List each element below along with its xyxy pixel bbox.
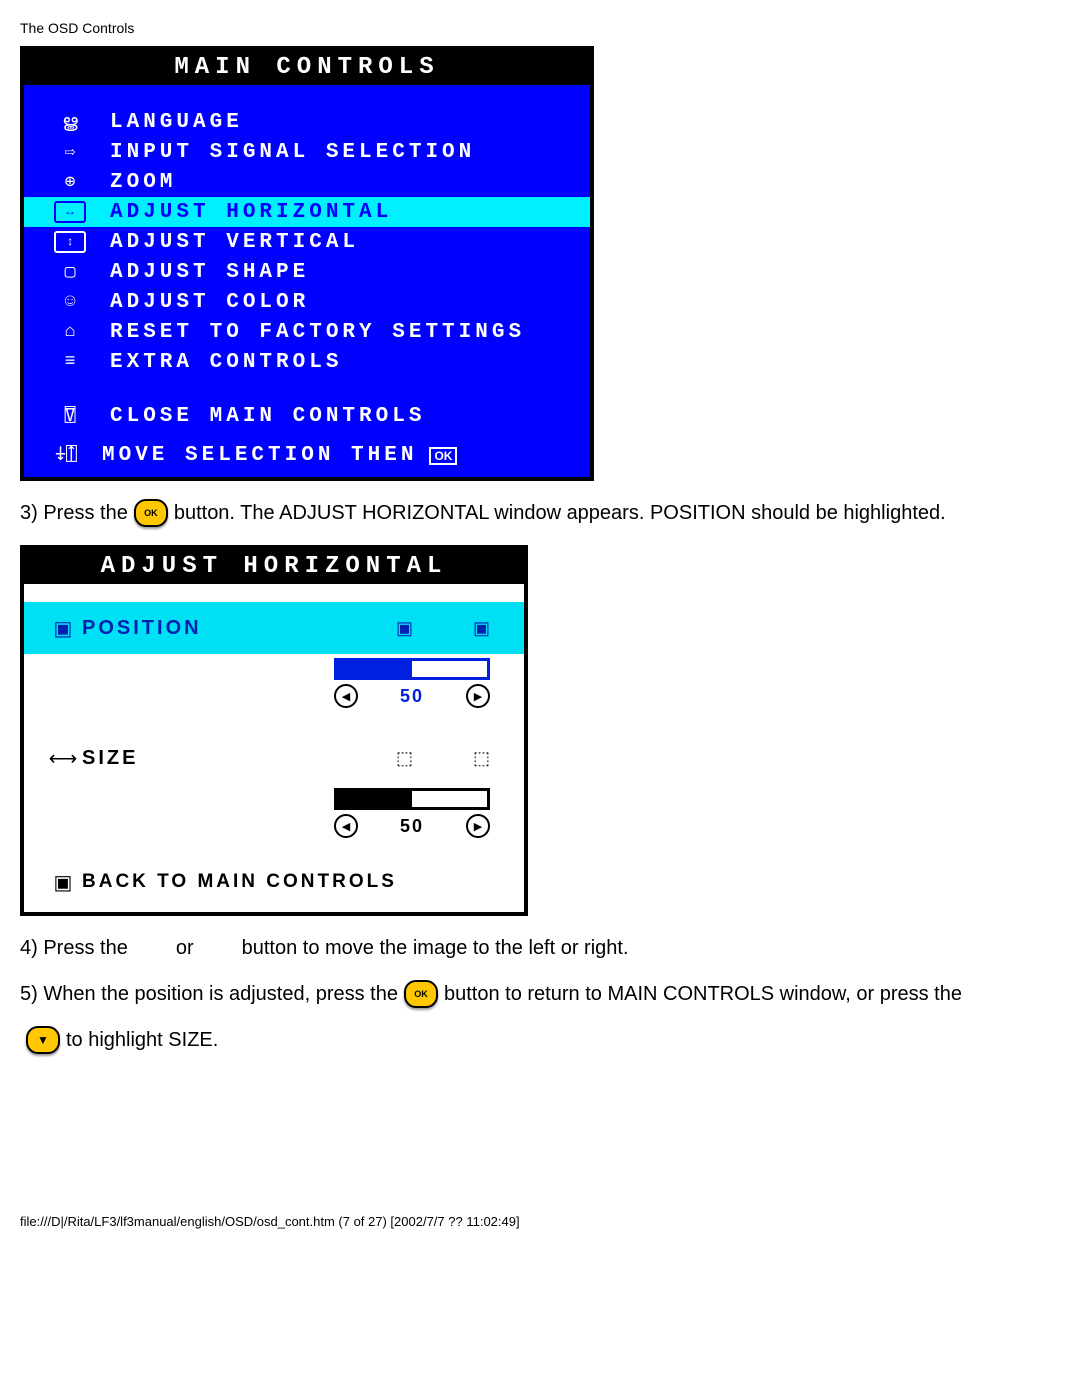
page-header: The OSD Controls (20, 20, 1060, 36)
menu-item-reset[interactable]: ⌂ RESET TO FACTORY SETTINGS (24, 317, 590, 347)
color-icon: ☺ (50, 290, 90, 314)
position-icon: ▣ (44, 614, 82, 642)
main-controls-osd: MAIN CONTROLS ൠ LANGUAGE ⇨ INPUT SIGNAL … (20, 46, 594, 481)
main-controls-body: ൠ LANGUAGE ⇨ INPUT SIGNAL SELECTION ⊕ ZO… (24, 85, 590, 431)
adjust-row-size[interactable]: ⟷ SIZE ⬚ ⬚ (24, 732, 524, 784)
size-icon: ⟷ (44, 744, 82, 772)
menu-item-adjust-horizontal[interactable]: ↔ ADJUST HORIZONTAL (24, 197, 590, 227)
position-slider[interactable] (334, 658, 490, 680)
back-to-main[interactable]: ▣ BACK TO MAIN CONTROLS (24, 852, 524, 912)
ok-back-icon: ▣ (44, 868, 82, 896)
shift-left-icon: ▣ (396, 618, 413, 639)
input-icon: ⇨ (50, 140, 90, 164)
menu-label: EXTRA CONTROLS (110, 351, 342, 374)
adjust-row-position[interactable]: ▣ POSITION ▣ ▣ (24, 602, 524, 654)
size-slider[interactable] (334, 788, 490, 810)
position-value: 50 (400, 686, 424, 707)
zoom-icon: ⊕ (50, 170, 90, 194)
size-small-icon: ⬚ (396, 748, 413, 769)
size-value: 50 (400, 816, 424, 837)
menu-item-extra[interactable]: ≡ EXTRA CONTROLS (24, 347, 590, 377)
menu-label: ADJUST SHAPE (110, 261, 309, 284)
menu-label: ZOOM (110, 171, 176, 194)
size-large-icon: ⬚ (473, 748, 490, 769)
step-5: 5) When the position is adjusted, press … (20, 980, 1060, 1008)
menu-item-adjust-vertical[interactable]: ↕ ADJUST VERTICAL (24, 227, 590, 257)
menu-label: ADJUST VERTICAL (110, 231, 359, 254)
menu-label: ADJUST COLOR (110, 291, 309, 314)
decrease-button[interactable]: ◀ (334, 814, 358, 838)
menu-label: RESET TO FACTORY SETTINGS (110, 321, 525, 344)
size-slider-row: ◀ 50 ▶ (24, 784, 524, 852)
extra-icon: ≡ (50, 350, 90, 374)
menu-item-zoom[interactable]: ⊕ ZOOM (24, 167, 590, 197)
globe-icon: ൠ (50, 110, 90, 134)
decrease-button[interactable]: ◀ (334, 684, 358, 708)
position-slider-row: ◀ 50 ▶ (24, 654, 524, 722)
menu-label: LANGUAGE (110, 111, 243, 134)
step-3: 3) Press the OK button. The ADJUST HORIZ… (20, 499, 1060, 527)
page-footer: file:///D|/Rita/LF3/lf3manual/english/OS… (20, 1214, 1060, 1229)
footer-label: MOVE SELECTION THENOK (102, 444, 457, 467)
shape-icon: ▢ (50, 260, 90, 284)
reset-icon: ⌂ (50, 320, 90, 344)
ok-icon: OK (429, 447, 457, 465)
down-button-icon (26, 1026, 60, 1054)
main-controls-footer: ⍖⍐ MOVE SELECTION THENOK (24, 431, 590, 477)
close-icon: ⍔ (50, 404, 90, 428)
adjust-label: POSITION (82, 617, 396, 640)
nav-icon: ⍖⍐ (46, 443, 86, 467)
menu-item-language[interactable]: ൠ LANGUAGE (24, 107, 590, 137)
step-4: 4) Press the or button to move the image… (20, 934, 1060, 962)
adjust-horizontal-osd: ADJUST HORIZONTAL ▣ POSITION ▣ ▣ ◀ 50 ▶ … (20, 545, 528, 916)
increase-button[interactable]: ▶ (466, 684, 490, 708)
menu-item-adjust-color[interactable]: ☺ ADJUST COLOR (24, 287, 590, 317)
menu-label: CLOSE MAIN CONTROLS (110, 405, 425, 428)
ok-button-icon: OK (134, 499, 168, 527)
back-label: BACK TO MAIN CONTROLS (82, 871, 397, 893)
vertical-icon: ↕ (50, 230, 90, 254)
step-5b: to highlight SIZE. (20, 1026, 1060, 1054)
adjust-label: SIZE (82, 747, 396, 770)
ok-button-icon: OK (404, 980, 438, 1008)
menu-item-adjust-shape[interactable]: ▢ ADJUST SHAPE (24, 257, 590, 287)
menu-item-input-signal[interactable]: ⇨ INPUT SIGNAL SELECTION (24, 137, 590, 167)
increase-button[interactable]: ▶ (466, 814, 490, 838)
shift-right-icon: ▣ (473, 618, 490, 639)
menu-label: ADJUST HORIZONTAL (110, 201, 392, 224)
horizontal-icon: ↔ (50, 200, 90, 224)
main-controls-title: MAIN CONTROLS (24, 50, 590, 85)
adjust-title: ADJUST HORIZONTAL (24, 549, 524, 584)
menu-label: INPUT SIGNAL SELECTION (110, 141, 475, 164)
menu-item-close[interactable]: ⍔ CLOSE MAIN CONTROLS (24, 401, 590, 431)
